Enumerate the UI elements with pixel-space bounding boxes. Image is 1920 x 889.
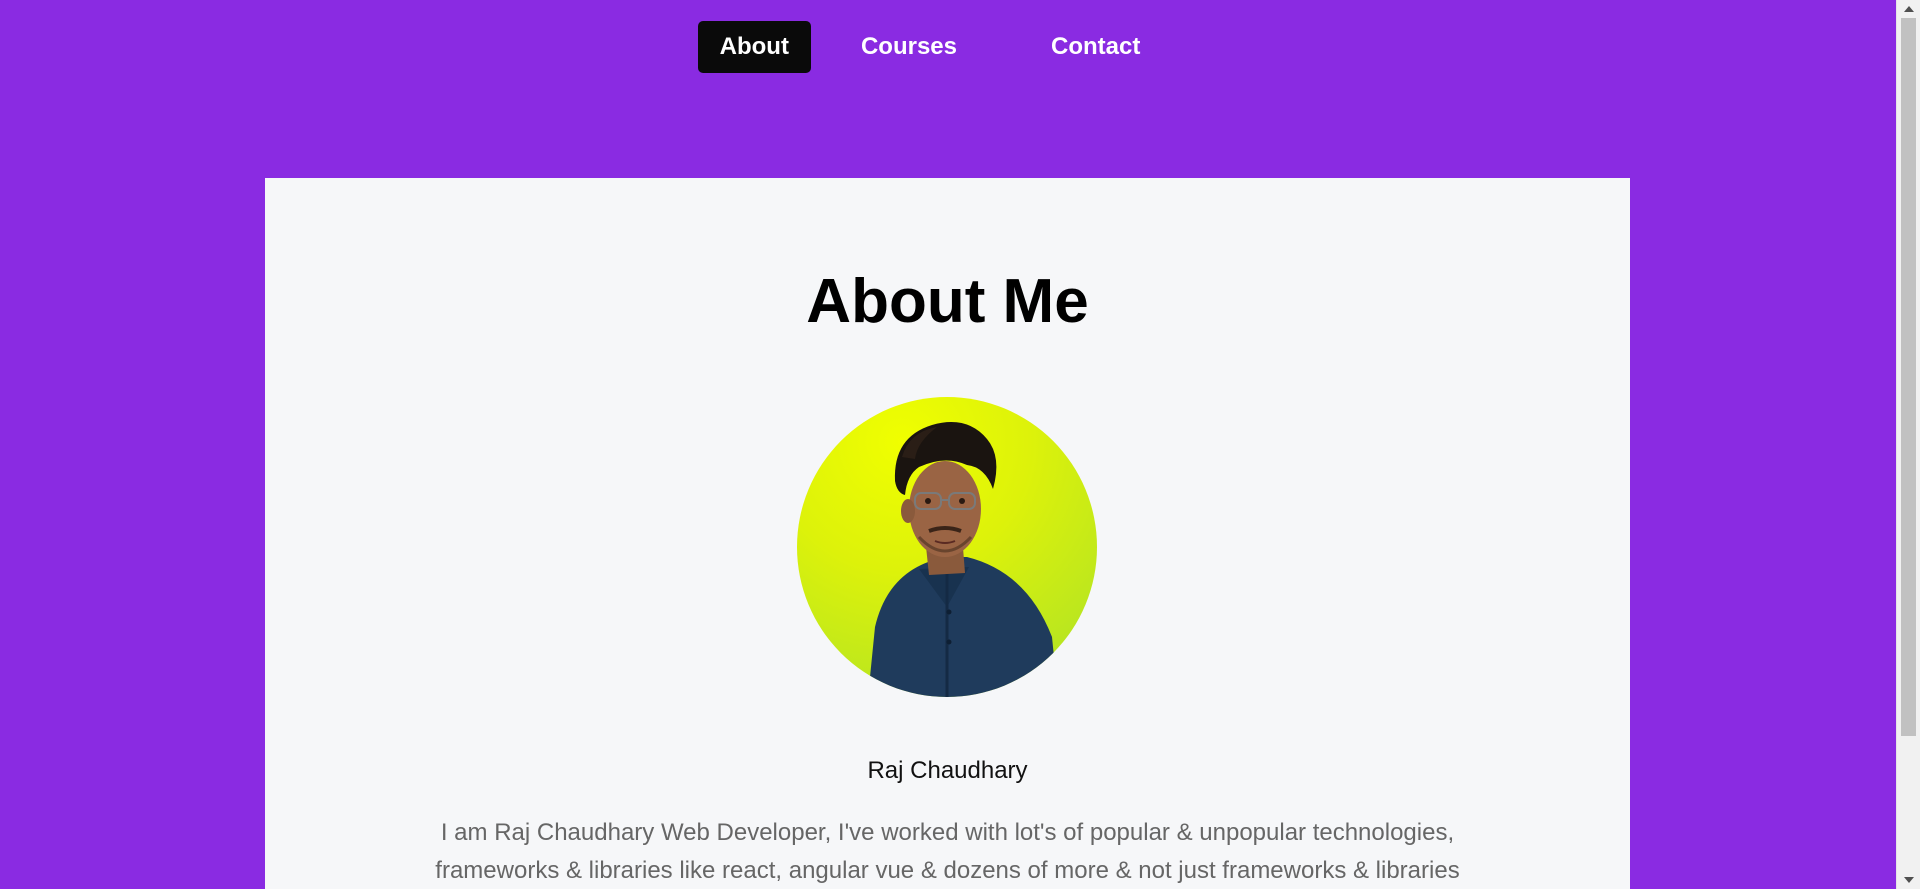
page-title: About Me: [806, 267, 1089, 336]
scroll-thumb[interactable]: [1901, 18, 1916, 736]
scroll-up-icon[interactable]: [1897, 0, 1920, 18]
profile-photo-icon: [868, 422, 1058, 697]
page-viewport: About Courses Contact About Me Raj Chaud…: [0, 0, 1896, 889]
bio-line-2: frameworks & libraries like react, angul…: [435, 857, 1460, 884]
avatar: [797, 397, 1097, 697]
top-navigation: About Courses Contact: [0, 21, 1896, 73]
vertical-scrollbar[interactable]: [1896, 0, 1920, 889]
nav-link-courses[interactable]: Courses: [839, 21, 979, 73]
about-card: About Me Raj Chaudhary I am Raj Chaudhar…: [265, 178, 1630, 889]
person-name: Raj Chaudhary: [867, 757, 1028, 784]
nav-link-contact[interactable]: Contact: [1029, 21, 1162, 73]
bio-paragraph: I am Raj Chaudhary Web Developer, I've w…: [425, 814, 1470, 889]
nav-link-about[interactable]: About: [697, 21, 811, 73]
scroll-down-icon[interactable]: [1897, 871, 1920, 889]
bio-line-1: I am Raj Chaudhary Web Developer, I've w…: [440, 819, 1455, 846]
nav-list: About Courses Contact: [697, 21, 1163, 73]
